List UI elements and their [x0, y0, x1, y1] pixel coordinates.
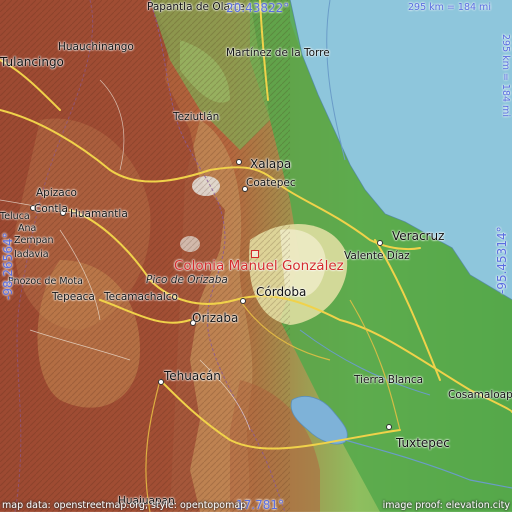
xalapa-marker — [236, 159, 242, 165]
place-cordoba: Córdoba — [256, 285, 307, 299]
place-zempan: Zempan — [14, 235, 54, 246]
place-tecamachalco: Tecamachalco — [104, 291, 178, 303]
coord-left: -98.26564° — [1, 232, 15, 300]
veracruz-marker — [377, 240, 383, 246]
place-contla: Contla — [34, 203, 68, 215]
place-veracruz: Veracruz — [392, 229, 445, 243]
place-iadavia: Iadavia — [14, 249, 49, 260]
place-coatepec: Coatepec — [246, 177, 296, 189]
place-teluca: Teluca — [0, 211, 30, 222]
place-teziutlan: Teziutlán — [173, 111, 220, 123]
place-valente: Valente Díaz — [344, 250, 410, 262]
place-cosamaloapan: Cosamaloapan — [448, 389, 512, 401]
place-mota: Pnozoc de Mota — [8, 276, 83, 287]
location-label: Colonia Manuel González — [174, 258, 344, 274]
place-orizaba: Orizaba — [192, 311, 239, 325]
place-tepeaca: Tepeaca — [52, 291, 95, 303]
scale-top: 295 km = 184 mi — [408, 2, 491, 13]
attribution-map-data: map data: openstreetmap.org, style: open… — [2, 500, 247, 511]
place-xalapa: Xalapa — [250, 157, 292, 171]
place-tierra-blanca: Tierra Blanca — [354, 374, 424, 386]
place-huamantla: Huamantla — [70, 208, 128, 220]
scale-right: 295 km = 184 mi — [500, 34, 511, 117]
place-apizaco: Apizaco — [36, 187, 77, 199]
tuxtepec-marker — [386, 424, 392, 430]
cordoba-marker — [240, 298, 246, 304]
place-tuxtepec: Tuxtepec — [396, 436, 450, 450]
coord-right: -95.45314° — [495, 226, 509, 294]
place-huauchinango: Huauchinango — [58, 41, 134, 53]
place-tehuacan: Tehuacán — [164, 369, 221, 383]
place-pico: Pico de Orizaba — [146, 274, 228, 286]
attribution-image: image proof: elevation.city — [382, 500, 510, 511]
place-martinez: Martínez de la Torre — [226, 47, 330, 59]
place-ana: Ana — [18, 223, 37, 234]
terrain-map[interactable]: Papantla de Olarte Huauchinango Tulancin… — [0, 0, 512, 512]
location-marker[interactable] — [251, 250, 259, 258]
coord-top: 20.43822° — [226, 1, 290, 15]
place-tulancingo: Tulancingo — [0, 55, 64, 69]
